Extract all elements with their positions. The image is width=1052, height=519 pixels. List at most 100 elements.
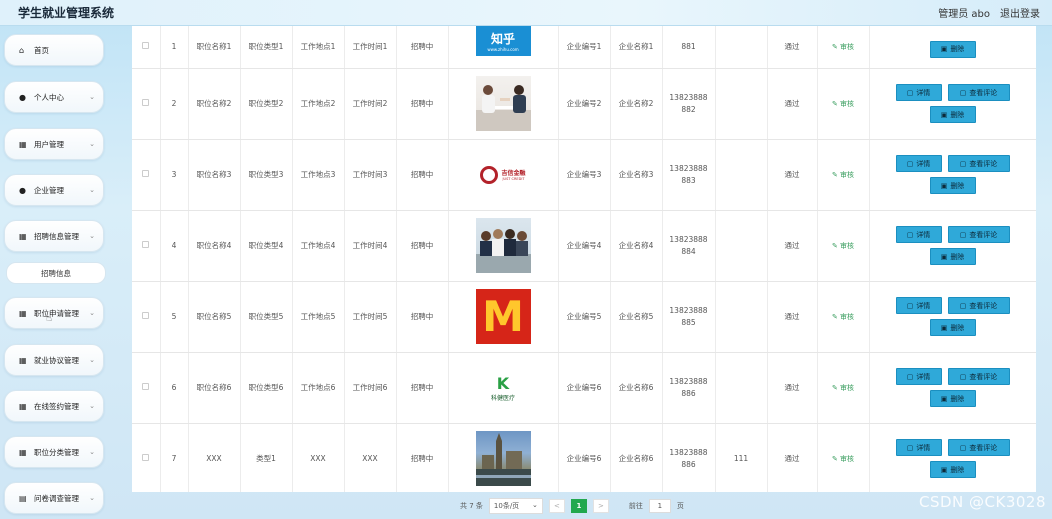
- total-count: 共 7 条: [460, 502, 483, 510]
- sidebar-item-position-category[interactable]: ▦ 职位分类管理 ⌄: [4, 436, 104, 468]
- row-checkbox[interactable]: [142, 99, 150, 106]
- delete-button[interactable]: ▣ 删除: [929, 390, 976, 407]
- review-link[interactable]: ✎ 审核: [832, 171, 854, 179]
- logout-link[interactable]: 退出登录: [1000, 5, 1040, 20]
- delete-button[interactable]: ▣ 删除: [929, 40, 976, 58]
- row-checkbox-cell: [132, 26, 161, 69]
- view-comments-button[interactable]: ▢ 查看评论: [947, 439, 1010, 456]
- company-logo: [475, 431, 531, 486]
- delete-icon: ▣: [940, 323, 948, 332]
- company-logo: [475, 76, 531, 131]
- work-location: 工作地点2: [292, 68, 345, 140]
- row-index: 3: [160, 139, 189, 211]
- company-name: 企业名称5: [610, 281, 663, 353]
- review-link-label: 审核: [840, 241, 855, 250]
- review-link[interactable]: ✎ 审核: [832, 100, 854, 108]
- review-cell: ✎ 审核: [817, 281, 870, 353]
- view-comments-button[interactable]: ▢ 查看评论: [947, 368, 1010, 385]
- review-link-label: 审核: [840, 454, 855, 463]
- edit-icon: ✎: [831, 454, 838, 463]
- detail-button[interactable]: ▢ 详情: [895, 368, 942, 385]
- delete-button[interactable]: ▣ 删除: [929, 177, 976, 194]
- work-time: 工作时间6: [344, 352, 397, 424]
- recruit-status: 招聘中: [396, 139, 449, 211]
- row-checkbox[interactable]: [142, 241, 150, 248]
- position-name: XXX: [188, 423, 241, 492]
- delete-button[interactable]: ▣ 删除: [929, 319, 976, 336]
- prev-page-button[interactable]: <: [548, 499, 565, 513]
- grid-icon: ▦: [19, 231, 27, 241]
- delete-button[interactable]: ▣ 删除: [929, 461, 976, 478]
- review-link[interactable]: ✎ 审核: [832, 43, 854, 51]
- comment-button-label: 查看评论: [969, 443, 998, 452]
- view-comments-button[interactable]: ▢ 查看评论: [947, 297, 1010, 314]
- chevron-down-icon: ⌄: [89, 232, 95, 240]
- operations-cell: ▢ 详情 ▢ 查看评论 ▣ 删除: [869, 423, 1036, 492]
- page-number-current[interactable]: 1: [570, 499, 587, 513]
- sidebar-item-recruitment-management[interactable]: ▦ 招聘信息管理 ⌄: [4, 220, 104, 252]
- sidebar-item-questionnaire[interactable]: ▤ 问卷调查管理 ⌄: [4, 482, 104, 514]
- sidebar-item-online-signing[interactable]: ▦ 在线签约管理 ⌄: [4, 390, 104, 422]
- row-checkbox[interactable]: [142, 454, 150, 461]
- position-type: 职位类型4: [240, 210, 293, 282]
- zhihu-logo: 知乎 www.zhihu.com: [475, 26, 531, 56]
- detail-button-label: 详情: [916, 88, 931, 97]
- work-time: 工作时间4: [344, 210, 397, 282]
- comment-button-label: 查看评论: [969, 372, 998, 381]
- position-type: 职位类型1: [240, 26, 293, 69]
- grid-icon: ▦: [19, 308, 27, 318]
- sidebar-item-application-management[interactable]: ▦ 职位申请管理 ⌄: [4, 297, 104, 329]
- view-comments-button[interactable]: ▢ 查看评论: [947, 155, 1010, 172]
- delete-button-label: 删除: [950, 110, 965, 119]
- sidebar-item-label: 在线签约管理: [34, 401, 79, 411]
- detail-button[interactable]: ▢ 详情: [895, 226, 942, 243]
- sidebar-item-home[interactable]: ⌂ 首页: [4, 34, 104, 66]
- next-page-button[interactable]: >: [592, 499, 609, 513]
- row-checkbox[interactable]: [142, 170, 150, 177]
- detail-button[interactable]: ▢ 详情: [895, 84, 942, 101]
- sidebar-item-label: 职位分类管理: [34, 447, 79, 457]
- work-time: 工作时间1: [344, 26, 397, 69]
- sidebar: ⌂ 首页 ● 个人中心 ⌄ ▦ 用户管理 ⌄ ● 企业管理 ⌄ ▦ 招聘信息管理…: [0, 26, 112, 519]
- detail-button[interactable]: ▢ 详情: [895, 297, 942, 314]
- view-comments-button[interactable]: ▢ 查看评论: [947, 84, 1010, 101]
- contact-phone: 13823888 883: [662, 139, 716, 211]
- extra-field: [715, 352, 768, 424]
- extra-field: 111: [715, 423, 768, 492]
- goto-page-input[interactable]: 1: [648, 499, 671, 513]
- sidebar-item-label: 就业协议管理: [34, 355, 79, 365]
- review-link[interactable]: ✎ 审核: [832, 313, 854, 321]
- review-link[interactable]: ✎ 审核: [832, 384, 854, 392]
- page-size-select[interactable]: 10条/页 ⌄: [488, 498, 543, 514]
- company-code: 企业编号3: [558, 139, 611, 211]
- edit-icon: ✎: [831, 241, 838, 250]
- sidebar-item-user-management[interactable]: ▦ 用户管理 ⌄: [4, 128, 104, 160]
- row-checkbox[interactable]: [142, 312, 150, 319]
- meeting-photo-icon: [475, 85, 531, 131]
- review-link[interactable]: ✎ 审核: [832, 242, 854, 250]
- chevron-down-icon: ⌄: [89, 494, 95, 502]
- row-checkbox[interactable]: [142, 42, 150, 50]
- view-comments-button[interactable]: ▢ 查看评论: [947, 226, 1010, 243]
- delete-button[interactable]: ▣ 删除: [929, 106, 976, 123]
- table-row: 3 职位名称3 职位类型3 工作地点3 工作时间3 招聘中 吉信金融 JUST CREDIT 企…: [132, 139, 1036, 211]
- operations-cell: ▢ 详情 ▢ 查看评论 ▣ 删除: [869, 68, 1036, 140]
- extra-field: [715, 26, 768, 69]
- row-checkbox[interactable]: [142, 383, 150, 390]
- row-checkbox-cell: [132, 423, 161, 492]
- delete-button-label: 删除: [950, 465, 965, 474]
- detail-button[interactable]: ▢ 详情: [895, 439, 942, 456]
- company-code: 企业编号5: [558, 281, 611, 353]
- delete-button[interactable]: ▣ 删除: [929, 248, 976, 265]
- sidebar-item-personal-center[interactable]: ● 个人中心 ⌄: [4, 81, 104, 113]
- table-row: 5 职位名称5 职位类型5 工作地点5 工作时间5 招聘中 M 企业编号5 企业名称5 13823…: [132, 281, 1036, 353]
- review-link[interactable]: ✎ 审核: [832, 455, 854, 463]
- edit-icon: ✎: [831, 312, 838, 321]
- sidebar-item-employment-agreement[interactable]: ▦ 就业协议管理 ⌄: [4, 344, 104, 376]
- sidebar-subitem-recruitment-info[interactable]: 招聘信息: [6, 262, 106, 284]
- sidebar-item-company-management[interactable]: ● 企业管理 ⌄: [4, 174, 104, 206]
- operations-cell: ▢ 详情 ▢ 查看评论 ▣ 删除: [869, 210, 1036, 282]
- review-link-label: 审核: [840, 383, 855, 392]
- review-cell: ✎ 审核: [817, 423, 870, 492]
- detail-button[interactable]: ▢ 详情: [895, 155, 942, 172]
